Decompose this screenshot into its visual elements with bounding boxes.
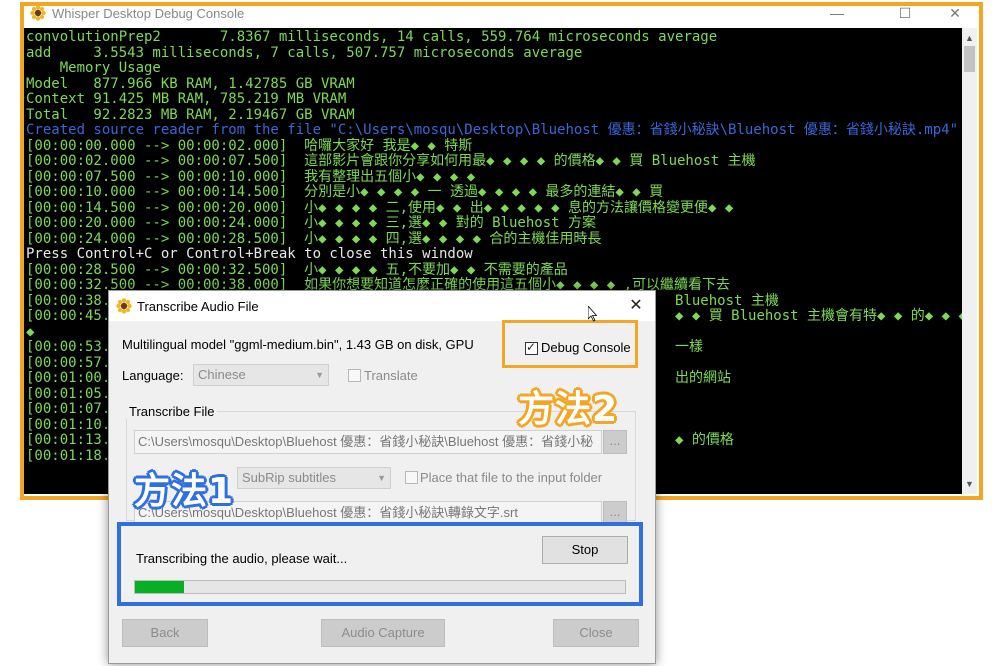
back-button[interactable]: Back xyxy=(122,619,208,647)
console-line: add 3.5543 milliseconds, 7 calls, 507.75… xyxy=(26,44,583,61)
language-label: Language: xyxy=(122,368,184,383)
method1-callout: 方法1 xyxy=(134,471,235,512)
console-line: Press Control+C or Control+Break to clos… xyxy=(26,246,473,262)
translate-label: Translate xyxy=(364,368,418,383)
sunflower-icon xyxy=(30,5,46,21)
console-line: Model 877.966 KB RAM, 1.42785 GB VRAM xyxy=(26,75,355,92)
chevron-down-icon: ▼ xyxy=(377,473,386,483)
console-line: [00:00:07.500 --> 00:00:10.000] 我有整理出五個小… xyxy=(26,168,476,185)
language-select[interactable]: Chinese ▼ xyxy=(193,364,329,386)
model-info: Multilingual model "ggml-medium.bin", 1.… xyxy=(122,337,474,352)
console-line: [00:00:00.000 --> 00:00:02.000] 哈囉大家好 我是… xyxy=(26,137,473,154)
console-line: [00:00:02.000 --> 00:00:07.500] 這部影片會跟你分… xyxy=(26,153,756,169)
transcribe-file-label: Transcribe File xyxy=(126,404,218,419)
language-value: Chinese xyxy=(198,367,246,382)
console-line: Memory Usage xyxy=(26,60,161,76)
console-line: [00:00:24.000 --> 00:00:28.500] 小◆ ◆ ◆ ◆… xyxy=(26,230,602,247)
console-line: Context 91.425 MB RAM, 785.219 MB VRAM xyxy=(26,91,347,107)
browse-input-button[interactable]: ... xyxy=(603,430,627,454)
debug-console-highlight xyxy=(502,320,638,368)
console-line: Total 92.2823 MB RAM, 2.19467 GB VRAM xyxy=(26,106,355,123)
close-button[interactable]: Close xyxy=(553,619,639,647)
console-line: [00:00:20.000 --> 00:00:24.000] 小◆ ◆ ◆ ◆… xyxy=(26,215,597,231)
close-icon[interactable]: ✕ xyxy=(940,3,970,23)
chevron-down-icon: ▼ xyxy=(315,370,324,380)
console-scrollbar[interactable]: ▲ ▼ xyxy=(962,28,977,494)
dialog-title: Transcribe Audio File xyxy=(137,299,259,314)
console-line: Created source reader from the file "C:\… xyxy=(26,122,959,138)
output-format-select[interactable]: SubRip subtitles ▼ xyxy=(237,467,391,489)
method2-callout: 方法2 xyxy=(518,389,619,430)
dialog-titlebar: Transcribe Audio File ✕ xyxy=(109,291,655,321)
scroll-up-icon[interactable]: ▲ xyxy=(962,30,977,46)
place-in-input-folder-checkbox[interactable] xyxy=(405,471,418,484)
progress-highlight xyxy=(117,522,643,606)
audio-capture-button[interactable]: Audio Capture xyxy=(321,619,445,647)
maximize-icon[interactable]: ☐ xyxy=(890,3,920,23)
output-format-value: SubRip subtitles xyxy=(242,470,336,485)
console-title: Whisper Desktop Debug Console xyxy=(52,6,245,21)
console-line: [00:00:10.000 --> 00:00:14.500] 分別是小◆ ◆ … xyxy=(26,184,664,200)
console-line: [00:00:28.500 --> 00:00:32.500] 小◆ ◆ ◆ ◆… xyxy=(26,261,568,278)
scrollbar-thumb[interactable] xyxy=(964,46,975,72)
console-titlebar: Whisper Desktop Debug Console — ☐ ✕ xyxy=(22,0,977,28)
mouse-cursor-icon xyxy=(588,306,598,322)
input-file-field[interactable]: C:\Users\mosqu\Desktop\Bluehost 優惠：省錢小秘訣… xyxy=(134,430,602,454)
close-icon[interactable]: ✕ xyxy=(621,295,651,317)
console-line: convolutionPrep2 7.8367 milliseconds, 14… xyxy=(26,29,718,45)
scroll-down-icon[interactable]: ▼ xyxy=(962,476,977,492)
console-line: [00:00:14.500 --> 00:00:20.000] 小◆ ◆ ◆ ◆… xyxy=(26,199,734,216)
translate-checkbox[interactable] xyxy=(348,369,361,382)
place-in-input-folder-label: Place that file to the input folder xyxy=(420,470,603,485)
sunflower-icon xyxy=(116,298,132,314)
console-line: ◆ xyxy=(26,323,35,340)
minimize-icon[interactable]: — xyxy=(822,3,852,23)
